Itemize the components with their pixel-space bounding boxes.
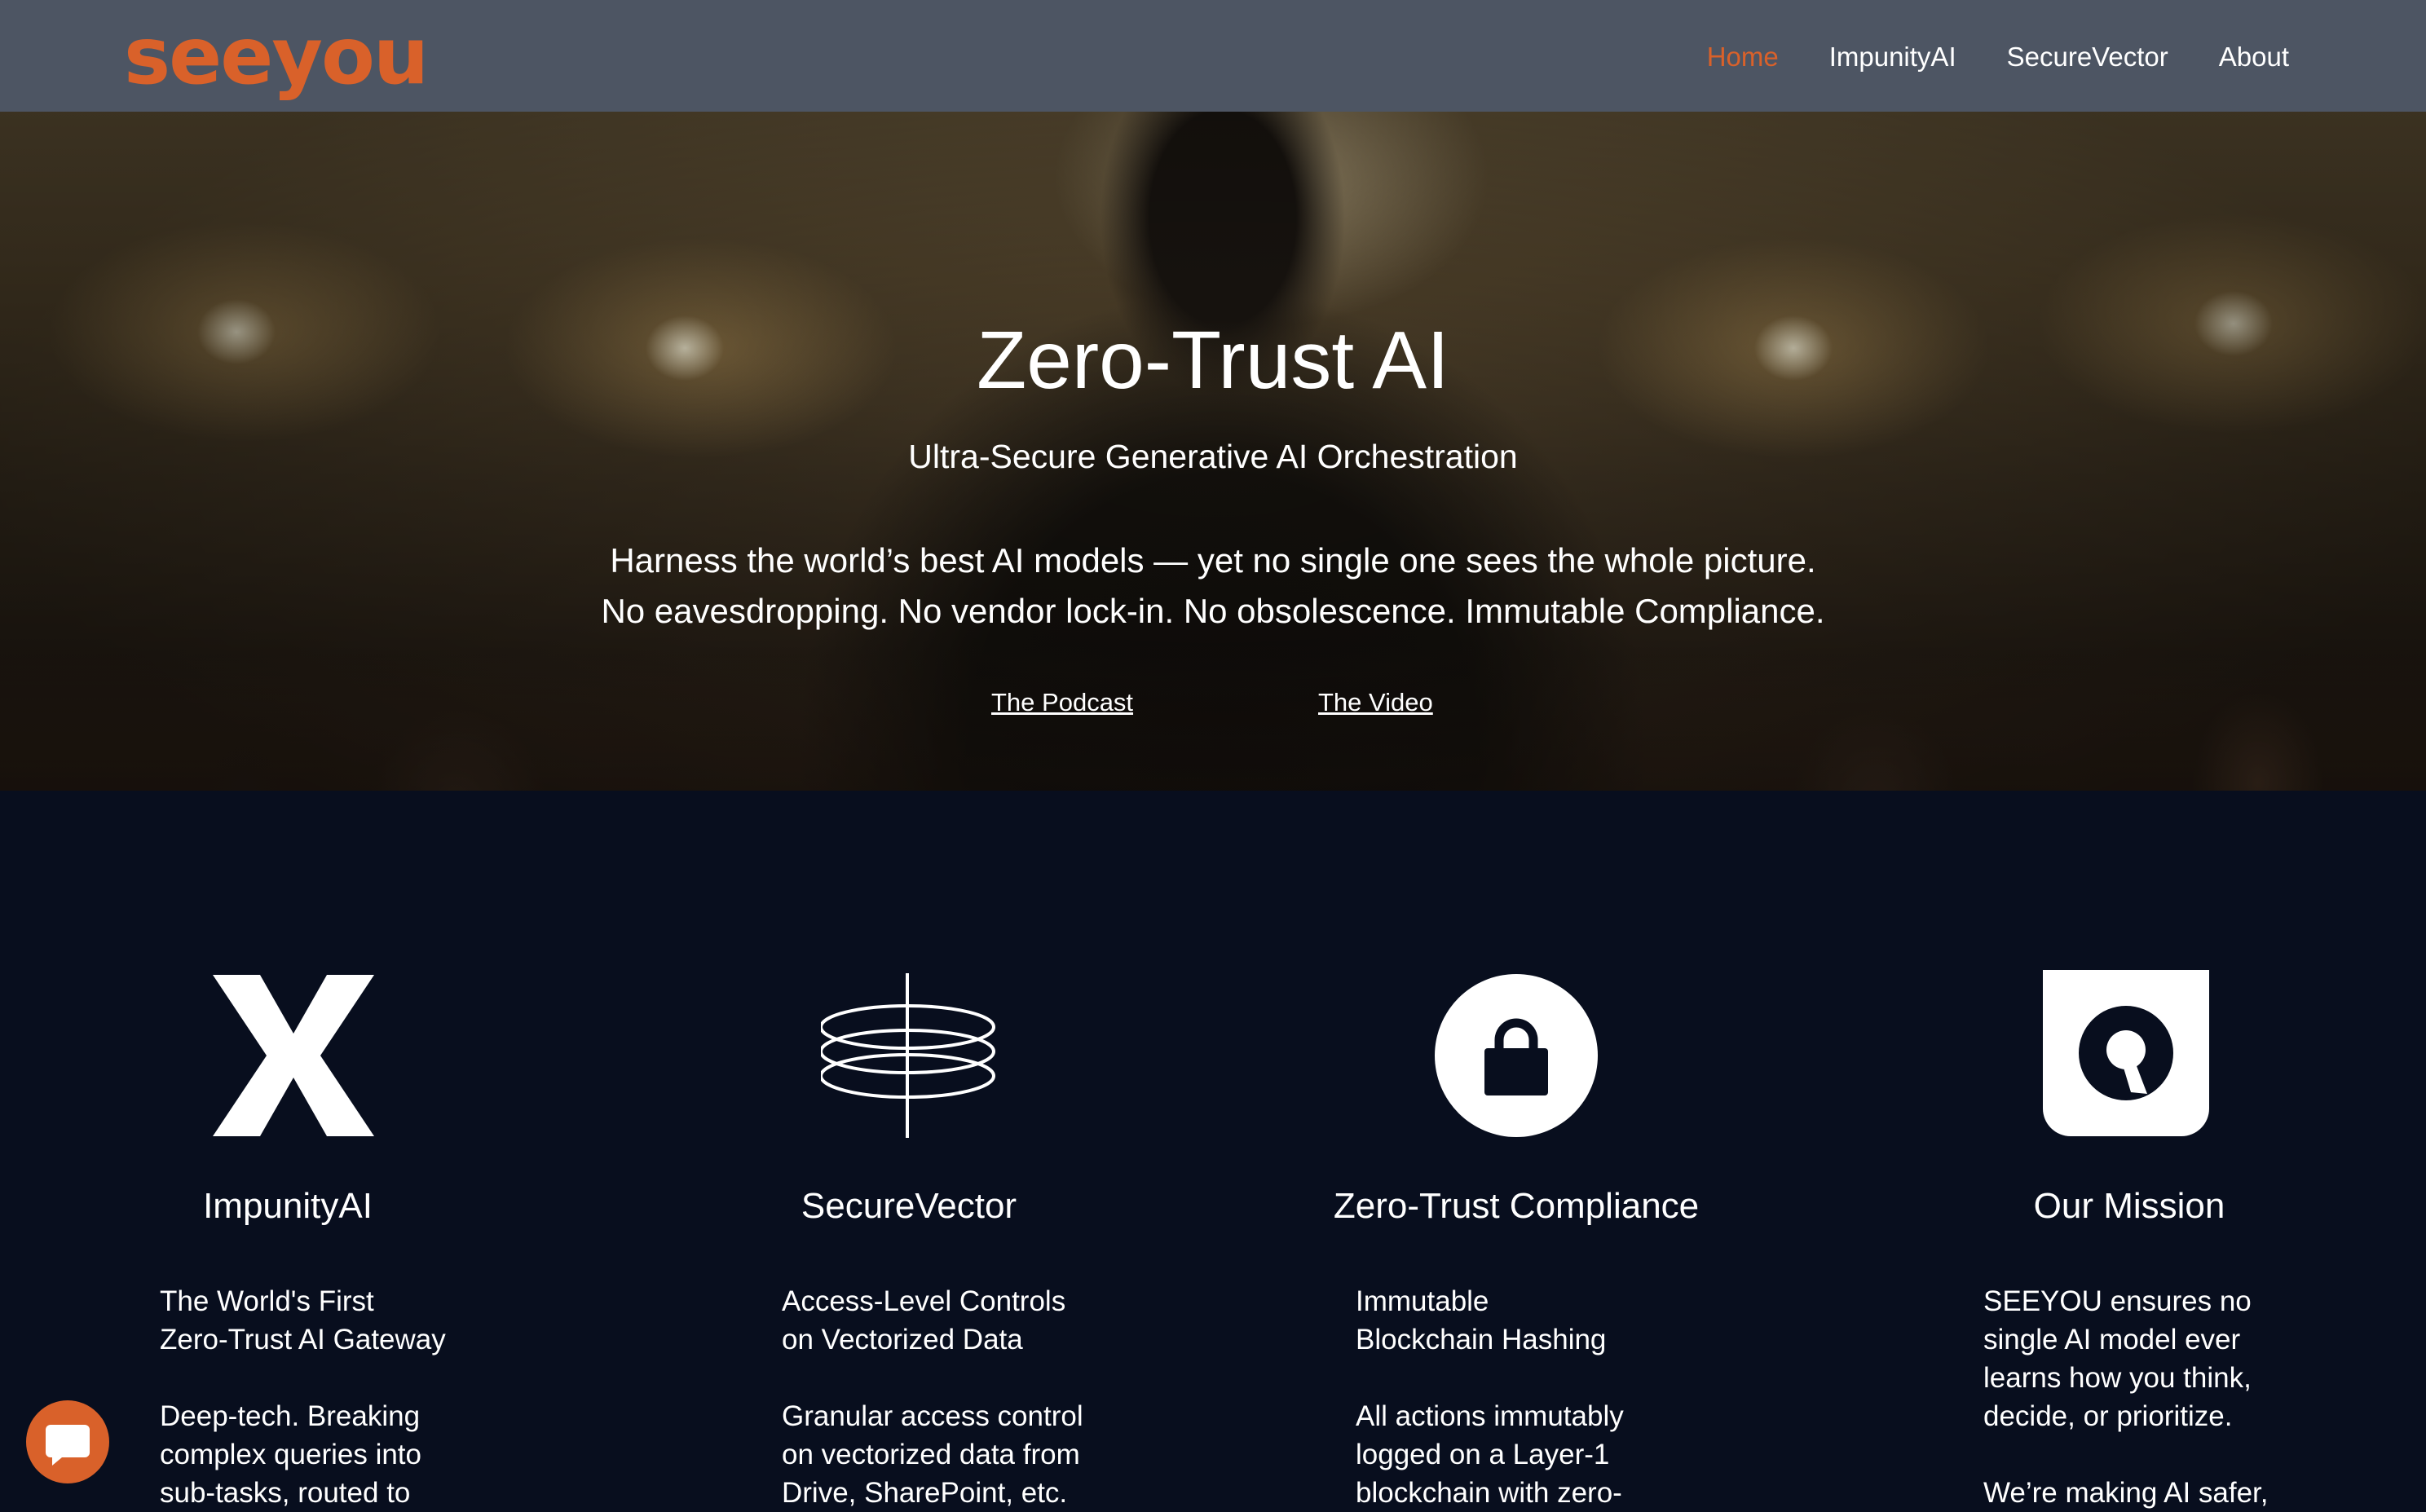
mission-icon[interactable] <box>2043 970 2214 1141</box>
feature-description: SEEYOU ensures no single AI model ever l… <box>1983 1285 2269 1509</box>
main-nav: Home ImpunityAI SecureVector About <box>1707 37 2289 77</box>
feature-description: Immutable Blockchain Hashing All actions… <box>1356 1285 1624 1509</box>
brand-logo[interactable]: seeyou <box>124 11 429 101</box>
podcast-link[interactable]: The Podcast <box>991 685 1133 721</box>
hero-section: Zero-Trust AI Ultra-Secure Generative AI… <box>0 112 2426 791</box>
feature-title[interactable]: Our Mission <box>1844 1182 2415 1231</box>
lock-icon[interactable] <box>1431 970 1602 1141</box>
video-link[interactable]: The Video <box>1318 685 1433 721</box>
feature-title[interactable]: SecureVector <box>624 1182 1194 1231</box>
feature-title[interactable]: Zero-Trust Compliance <box>1231 1182 1802 1231</box>
chat-icon <box>46 1425 90 1466</box>
nav-impunityai[interactable]: ImpunityAI <box>1829 37 1956 77</box>
nav-home[interactable]: Home <box>1707 37 1779 77</box>
nav-securevector[interactable]: SecureVector <box>2007 37 2168 77</box>
x-icon[interactable] <box>208 970 379 1141</box>
feature-description: Access-Level Controls on Vectorized Data… <box>782 1285 1083 1509</box>
hero-description: Harness the world’s best AI models — yet… <box>0 536 2426 637</box>
feature-description: The World's First Zero-Trust AI Gateway … <box>160 1285 446 1509</box>
features-section: ImpunityAI The World's First Zero-Trust … <box>0 791 2426 1511</box>
hero-subtitle: Ultra-Secure Generative AI Orchestration <box>908 438 1518 475</box>
nav-about[interactable]: About <box>2219 37 2289 77</box>
hero-description-line: Harness the world’s best AI models — yet… <box>610 541 1816 580</box>
vector-stack-icon[interactable] <box>819 970 995 1141</box>
feature-title[interactable]: ImpunityAI <box>2 1182 573 1231</box>
chat-button[interactable] <box>26 1400 109 1483</box>
hero-description-line: No eavesdropping. No vendor lock-in. No … <box>601 592 1825 630</box>
site-header: seeyou Home ImpunityAI SecureVector Abou… <box>0 0 2426 112</box>
hero-title: Zero-Trust AI <box>977 315 1449 406</box>
